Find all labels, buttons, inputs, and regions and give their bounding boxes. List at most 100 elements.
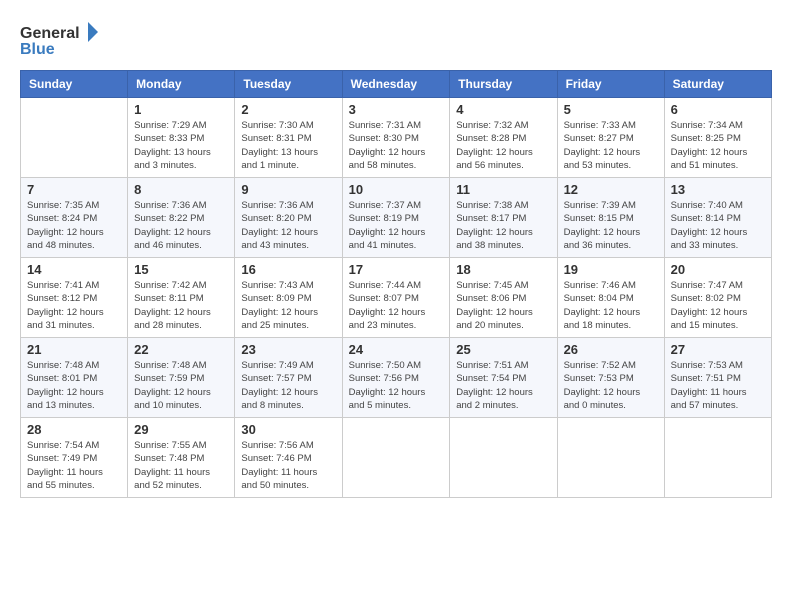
day-number: 4 <box>456 102 550 117</box>
day-info: Sunrise: 7:37 AMSunset: 8:19 PMDaylight:… <box>349 199 444 252</box>
calendar-cell: 9 Sunrise: 7:36 AMSunset: 8:20 PMDaylight… <box>235 178 342 258</box>
day-info: Sunrise: 7:33 AMSunset: 8:27 PMDaylight:… <box>564 119 658 172</box>
day-info: Sunrise: 7:42 AMSunset: 8:11 PMDaylight:… <box>134 279 228 332</box>
calendar-cell <box>664 418 771 498</box>
calendar-cell: 25Sunrise: 7:51 AMSunset: 7:54 PMDayligh… <box>450 338 557 418</box>
calendar-cell: 23 Sunrise: 7:49 AMSunset: 7:57 PMDayligh… <box>235 338 342 418</box>
day-info: Sunrise: 7:32 AMSunset: 8:28 PMDaylight:… <box>456 119 550 172</box>
day-info: Sunrise: 7:48 AMSunset: 7:59 PMDaylight:… <box>134 359 228 412</box>
day-number: 20 <box>671 262 765 277</box>
calendar-cell: 6 Sunrise: 7:34 AMSunset: 8:25 PMDaylight… <box>664 98 771 178</box>
day-number: 24 <box>349 342 444 357</box>
day-info: Sunrise: 7:56 AMSunset: 7:46 PMDaylight:… <box>241 439 335 492</box>
day-info: Sunrise: 7:40 AMSunset: 8:14 PMDaylight:… <box>671 199 765 252</box>
calendar-cell: 16 Sunrise: 7:43 AMSunset: 8:09 PMDayligh… <box>235 258 342 338</box>
calendar-cell <box>557 418 664 498</box>
day-number: 17 <box>349 262 444 277</box>
day-number: 2 <box>241 102 335 117</box>
header-tuesday: Tuesday <box>235 71 342 98</box>
calendar-cell: 18Sunrise: 7:45 AMSunset: 8:06 PMDayligh… <box>450 258 557 338</box>
day-info: Sunrise: 7:46 AMSunset: 8:04 PMDaylight:… <box>564 279 658 332</box>
calendar-cell: 27Sunrise: 7:53 AMSunset: 7:51 PMDayligh… <box>664 338 771 418</box>
calendar-cell <box>21 98 128 178</box>
day-info: Sunrise: 7:34 AMSunset: 8:25 PMDaylight:… <box>671 119 765 172</box>
day-info: Sunrise: 7:38 AMSunset: 8:17 PMDaylight:… <box>456 199 550 252</box>
day-info: Sunrise: 7:41 AMSunset: 8:12 PMDaylight:… <box>27 279 121 332</box>
calendar-cell: 28 Sunrise: 7:54 AMSunset: 7:49 PMDayligh… <box>21 418 128 498</box>
day-number: 22 <box>134 342 228 357</box>
day-number: 21 <box>27 342 121 357</box>
calendar-cell: 13 Sunrise: 7:40 AMSunset: 8:14 PMDayligh… <box>664 178 771 258</box>
day-number: 9 <box>241 182 335 197</box>
calendar-cell: 15Sunrise: 7:42 AMSunset: 8:11 PMDayligh… <box>128 258 235 338</box>
day-number: 5 <box>564 102 658 117</box>
day-number: 28 <box>27 422 121 437</box>
day-number: 26 <box>564 342 658 357</box>
header-wednesday: Wednesday <box>342 71 450 98</box>
calendar-cell: 14 Sunrise: 7:41 AMSunset: 8:12 PMDayligh… <box>21 258 128 338</box>
day-number: 6 <box>671 102 765 117</box>
calendar-cell: 26 Sunrise: 7:52 AMSunset: 7:53 PMDayligh… <box>557 338 664 418</box>
day-number: 10 <box>349 182 444 197</box>
day-info: Sunrise: 7:52 AMSunset: 7:53 PMDaylight:… <box>564 359 658 412</box>
calendar-cell: 29 Sunrise: 7:55 AMSunset: 7:48 PMDayligh… <box>128 418 235 498</box>
day-number: 29 <box>134 422 228 437</box>
calendar-cell: 24Sunrise: 7:50 AMSunset: 7:56 PMDayligh… <box>342 338 450 418</box>
calendar-cell: 1 Sunrise: 7:29 AMSunset: 8:33 PMDaylight… <box>128 98 235 178</box>
day-number: 16 <box>241 262 335 277</box>
day-info: Sunrise: 7:36 AMSunset: 8:20 PMDaylight:… <box>241 199 335 252</box>
calendar-cell: 12 Sunrise: 7:39 AMSunset: 8:15 PMDayligh… <box>557 178 664 258</box>
day-number: 1 <box>134 102 228 117</box>
svg-text:Blue: Blue <box>20 41 55 58</box>
calendar-cell: 7 Sunrise: 7:35 AMSunset: 8:24 PMDaylight… <box>21 178 128 258</box>
calendar-cell: 17 Sunrise: 7:44 AMSunset: 8:07 PMDayligh… <box>342 258 450 338</box>
calendar-cell: 21 Sunrise: 7:48 AMSunset: 8:01 PMDayligh… <box>21 338 128 418</box>
calendar-cell: 20 Sunrise: 7:47 AMSunset: 8:02 PMDayligh… <box>664 258 771 338</box>
day-number: 12 <box>564 182 658 197</box>
calendar-cell: 22 Sunrise: 7:48 AMSunset: 7:59 PMDayligh… <box>128 338 235 418</box>
calendar-cell <box>450 418 557 498</box>
day-info: Sunrise: 7:48 AMSunset: 8:01 PMDaylight:… <box>27 359 121 412</box>
logo-svg: GeneralBlue <box>20 20 100 60</box>
day-info: Sunrise: 7:44 AMSunset: 8:07 PMDaylight:… <box>349 279 444 332</box>
day-info: Sunrise: 7:43 AMSunset: 8:09 PMDaylight:… <box>241 279 335 332</box>
calendar-cell: 19Sunrise: 7:46 AMSunset: 8:04 PMDayligh… <box>557 258 664 338</box>
header: GeneralBlue <box>20 20 772 60</box>
calendar-cell: 5 Sunrise: 7:33 AMSunset: 8:27 PMDaylight… <box>557 98 664 178</box>
day-info: Sunrise: 7:31 AMSunset: 8:30 PMDaylight:… <box>349 119 444 172</box>
day-info: Sunrise: 7:29 AMSunset: 8:33 PMDaylight:… <box>134 119 228 172</box>
day-info: Sunrise: 7:53 AMSunset: 7:51 PMDaylight:… <box>671 359 765 412</box>
calendar: SundayMondayTuesdayWednesdayThursdayFrid… <box>20 70 772 498</box>
day-info: Sunrise: 7:47 AMSunset: 8:02 PMDaylight:… <box>671 279 765 332</box>
day-info: Sunrise: 7:35 AMSunset: 8:24 PMDaylight:… <box>27 199 121 252</box>
calendar-cell: 8Sunrise: 7:36 AMSunset: 8:22 PMDaylight… <box>128 178 235 258</box>
day-info: Sunrise: 7:54 AMSunset: 7:49 PMDaylight:… <box>27 439 121 492</box>
day-number: 7 <box>27 182 121 197</box>
header-monday: Monday <box>128 71 235 98</box>
calendar-week-5: 28 Sunrise: 7:54 AMSunset: 7:49 PMDayligh… <box>21 418 772 498</box>
day-info: Sunrise: 7:36 AMSunset: 8:22 PMDaylight:… <box>134 199 228 252</box>
header-friday: Friday <box>557 71 664 98</box>
day-number: 11 <box>456 182 550 197</box>
header-saturday: Saturday <box>664 71 771 98</box>
day-info: Sunrise: 7:39 AMSunset: 8:15 PMDaylight:… <box>564 199 658 252</box>
svg-text:General: General <box>20 25 80 42</box>
day-info: Sunrise: 7:45 AMSunset: 8:06 PMDaylight:… <box>456 279 550 332</box>
day-info: Sunrise: 7:55 AMSunset: 7:48 PMDaylight:… <box>134 439 228 492</box>
calendar-week-4: 21 Sunrise: 7:48 AMSunset: 8:01 PMDayligh… <box>21 338 772 418</box>
calendar-cell: 30Sunrise: 7:56 AMSunset: 7:46 PMDayligh… <box>235 418 342 498</box>
calendar-week-3: 14 Sunrise: 7:41 AMSunset: 8:12 PMDayligh… <box>21 258 772 338</box>
header-thursday: Thursday <box>450 71 557 98</box>
day-number: 13 <box>671 182 765 197</box>
header-sunday: Sunday <box>21 71 128 98</box>
day-number: 25 <box>456 342 550 357</box>
day-number: 14 <box>27 262 121 277</box>
day-info: Sunrise: 7:30 AMSunset: 8:31 PMDaylight:… <box>241 119 335 172</box>
day-info: Sunrise: 7:49 AMSunset: 7:57 PMDaylight:… <box>241 359 335 412</box>
logo: GeneralBlue <box>20 20 100 60</box>
calendar-cell: 4 Sunrise: 7:32 AMSunset: 8:28 PMDaylight… <box>450 98 557 178</box>
day-number: 23 <box>241 342 335 357</box>
calendar-week-1: 1 Sunrise: 7:29 AMSunset: 8:33 PMDaylight… <box>21 98 772 178</box>
calendar-header-row: SundayMondayTuesdayWednesdayThursdayFrid… <box>21 71 772 98</box>
calendar-cell: 10 Sunrise: 7:37 AMSunset: 8:19 PMDayligh… <box>342 178 450 258</box>
